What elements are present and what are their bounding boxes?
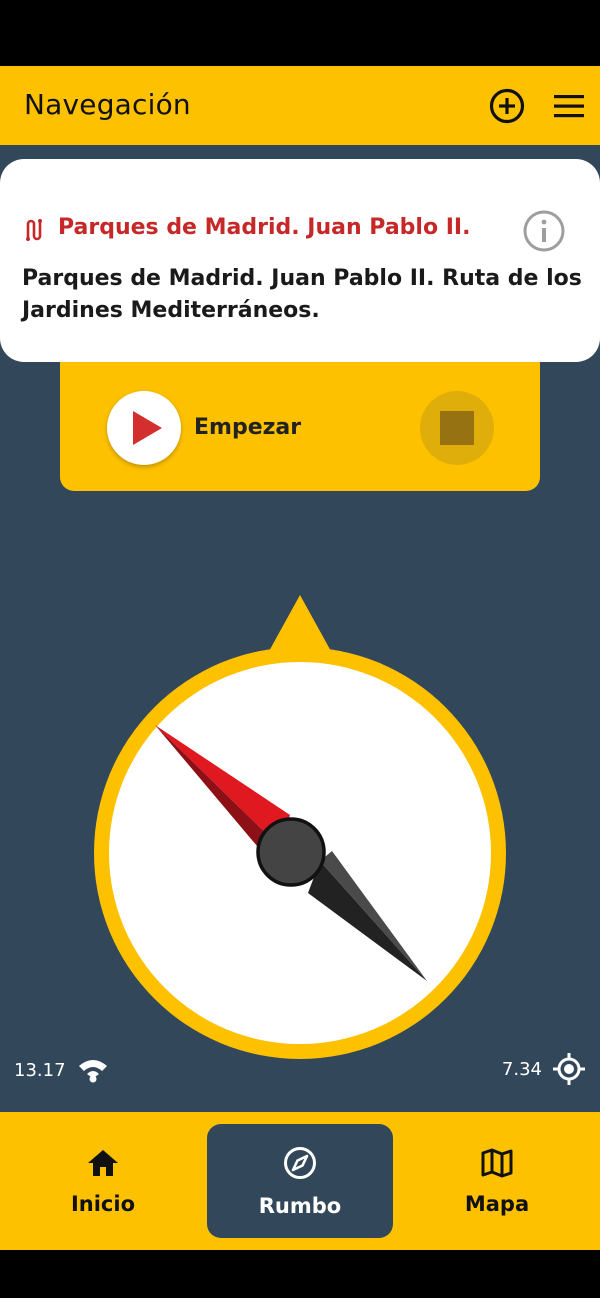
nav-item-mapa[interactable]: Mapa [404, 1124, 590, 1238]
info-button[interactable] [522, 209, 566, 253]
compass [94, 595, 506, 1059]
gps-accuracy: 7.34 [502, 1051, 586, 1087]
gps-signal: 13.17 [14, 1055, 108, 1085]
wifi-icon [78, 1060, 107, 1083]
gps-fixed-icon [553, 1053, 585, 1085]
route-card: Parques de Madrid. Juan Pablo II. Parque… [0, 159, 600, 362]
nav-label: Mapa [464, 1192, 530, 1216]
stop-icon [440, 411, 474, 445]
route-icon [26, 219, 42, 241]
home-icon [88, 1150, 118, 1176]
add-button[interactable] [488, 87, 526, 125]
compass-hub [256, 817, 326, 887]
info-icon [523, 210, 565, 252]
play-icon [133, 411, 162, 445]
nav-item-rumbo[interactable]: Rumbo [207, 1124, 393, 1238]
route-description: Parques de Madrid. Juan Pablo II. Ruta d… [22, 266, 582, 323]
nav-label: Inicio [70, 1192, 136, 1216]
menu-icon [554, 95, 584, 118]
map-icon [481, 1148, 513, 1178]
compass-icon [284, 1147, 316, 1179]
page-title: Navegación [24, 88, 191, 121]
system-bottom-bar [0, 1250, 600, 1298]
add-circle-icon [489, 88, 525, 124]
status-bar [0, 0, 600, 66]
gps-signal-value: 13.17 [14, 1059, 66, 1081]
route-name: Parques de Madrid. Juan Pablo II. [58, 215, 471, 240]
nav-item-inicio[interactable]: Inicio [10, 1124, 196, 1238]
app-bar: Navegación [0, 66, 600, 145]
bottom-navigation: Inicio Rumbo Mapa [0, 1112, 600, 1250]
play-button[interactable] [107, 391, 181, 465]
gps-accuracy-value: 7.34 [501, 1058, 542, 1080]
main-area: Parques de Madrid. Juan Pablo II. Parque… [0, 145, 600, 1112]
nav-label: Rumbo [258, 1194, 342, 1218]
stop-button[interactable] [420, 391, 494, 465]
compass-pointer [268, 595, 332, 653]
start-label: Empezar [194, 415, 302, 440]
menu-button[interactable] [552, 91, 586, 121]
